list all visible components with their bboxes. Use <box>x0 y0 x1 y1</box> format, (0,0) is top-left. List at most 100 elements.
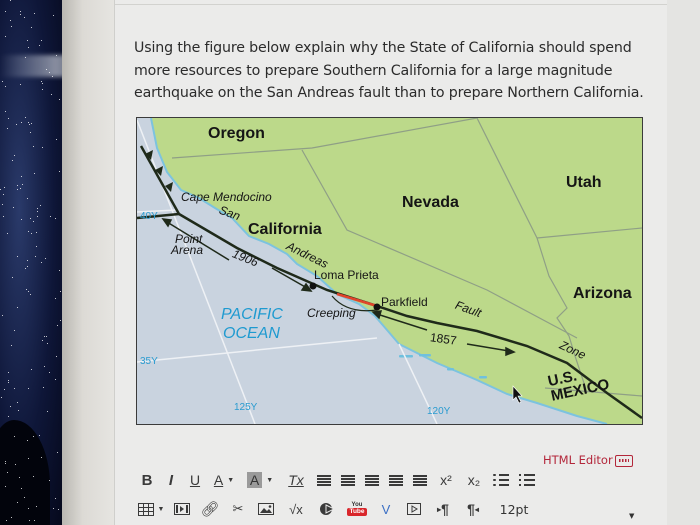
star <box>10 517 12 519</box>
vimeo-icon: V <box>381 501 391 517</box>
align-justify-button[interactable] <box>312 470 336 490</box>
san-andreas-map: Oregon Nevada Utah California Arizona Ca… <box>136 117 643 425</box>
star <box>40 80 42 82</box>
star <box>20 187 22 189</box>
star <box>55 298 57 300</box>
label-creeping: Creeping <box>307 306 356 320</box>
outdent-icon <box>389 474 403 486</box>
rtl-arrow-icon: ◂ <box>474 504 479 514</box>
star <box>3 186 5 188</box>
loma-prieta-dot <box>309 282 317 290</box>
star <box>25 117 27 119</box>
question-text: Using the figure below explain why the S… <box>134 40 644 101</box>
star <box>25 57 26 59</box>
insert-image-button[interactable] <box>252 499 280 519</box>
link-icon: 🔗︎ <box>200 501 220 518</box>
embed-button[interactable] <box>312 499 342 519</box>
film-icon <box>174 503 190 515</box>
label-arizona: Arizona <box>573 285 632 302</box>
star <box>27 39 29 41</box>
subscript-button[interactable]: x₂ <box>460 470 488 490</box>
youtube-button[interactable]: You Tube <box>342 499 372 519</box>
star <box>23 496 25 498</box>
star <box>43 366 45 368</box>
bullet-list-button[interactable] <box>488 470 514 490</box>
star <box>28 520 30 521</box>
insert-link-button[interactable]: 🔗︎ <box>196 499 224 519</box>
star <box>3 389 5 391</box>
align-right-icon <box>365 474 379 486</box>
star <box>20 488 22 490</box>
star <box>49 216 51 218</box>
star <box>33 475 35 477</box>
star <box>13 206 15 208</box>
star <box>56 355 58 357</box>
star <box>57 325 59 327</box>
star <box>5 110 7 112</box>
star <box>30 131 32 133</box>
star <box>27 230 29 232</box>
html-editor-label[interactable]: HTML Editor <box>543 453 613 467</box>
insert-media-button[interactable] <box>168 499 196 519</box>
align-right-button[interactable] <box>360 470 384 490</box>
star <box>54 378 56 380</box>
star <box>54 497 56 499</box>
star <box>52 15 54 17</box>
indent-button[interactable] <box>408 470 432 490</box>
vimeo-button[interactable]: V <box>372 499 400 519</box>
bullet-list-icon <box>493 473 509 487</box>
font-size-dropdown[interactable]: 12pt <box>494 499 534 519</box>
star <box>5 35 7 37</box>
superscript-button[interactable]: x² <box>432 470 460 490</box>
bold-button[interactable]: B <box>134 470 160 490</box>
star <box>3 193 5 195</box>
underline-button[interactable]: U <box>182 470 208 490</box>
star <box>27 440 29 442</box>
star <box>0 188 2 190</box>
html-editor-link[interactable]: HTML Editor <box>543 453 633 467</box>
star <box>33 436 35 438</box>
star <box>51 93 53 95</box>
star <box>8 380 10 382</box>
background-color-button[interactable]: A ▼ <box>240 470 280 490</box>
star <box>41 82 43 84</box>
star <box>36 246 38 248</box>
star <box>5 520 7 522</box>
star <box>24 267 26 269</box>
video-button[interactable] <box>400 499 428 519</box>
star <box>53 508 55 510</box>
math-equation-button[interactable]: √x <box>280 499 312 519</box>
table-icon <box>137 502 154 516</box>
outdent-button[interactable] <box>384 470 408 490</box>
star <box>16 188 18 190</box>
screen-glare <box>0 55 64 77</box>
star <box>30 27 32 29</box>
ltr-direction-button[interactable]: ▸ ¶ <box>428 499 458 519</box>
italic-button[interactable]: I <box>160 470 182 490</box>
numbered-list-button[interactable] <box>514 470 540 490</box>
star <box>40 456 42 458</box>
label-lon-120: 120Y <box>427 406 451 417</box>
star <box>27 265 29 267</box>
font-size-chevron-icon[interactable]: ▼ <box>629 512 634 520</box>
star <box>24 16 26 18</box>
text-color-button[interactable]: A ▼ <box>208 470 240 490</box>
star <box>42 387 44 389</box>
indent-icon <box>413 474 427 486</box>
rtl-direction-button[interactable]: ¶ ◂ <box>458 499 488 519</box>
table-button[interactable]: ▼ <box>134 499 168 519</box>
clear-formatting-button[interactable]: Tx <box>280 470 312 490</box>
image-icon <box>258 503 274 515</box>
star <box>34 255 36 257</box>
star <box>20 14 22 16</box>
star <box>16 124 18 126</box>
unlink-button[interactable]: ✂︎ <box>224 499 252 519</box>
star <box>12 277 14 279</box>
star <box>10 0 12 2</box>
star <box>27 198 29 200</box>
highlight-icon: A <box>246 472 263 488</box>
star <box>20 176 22 178</box>
star <box>2 216 4 218</box>
star <box>7 471 9 473</box>
align-center-button[interactable] <box>336 470 360 490</box>
